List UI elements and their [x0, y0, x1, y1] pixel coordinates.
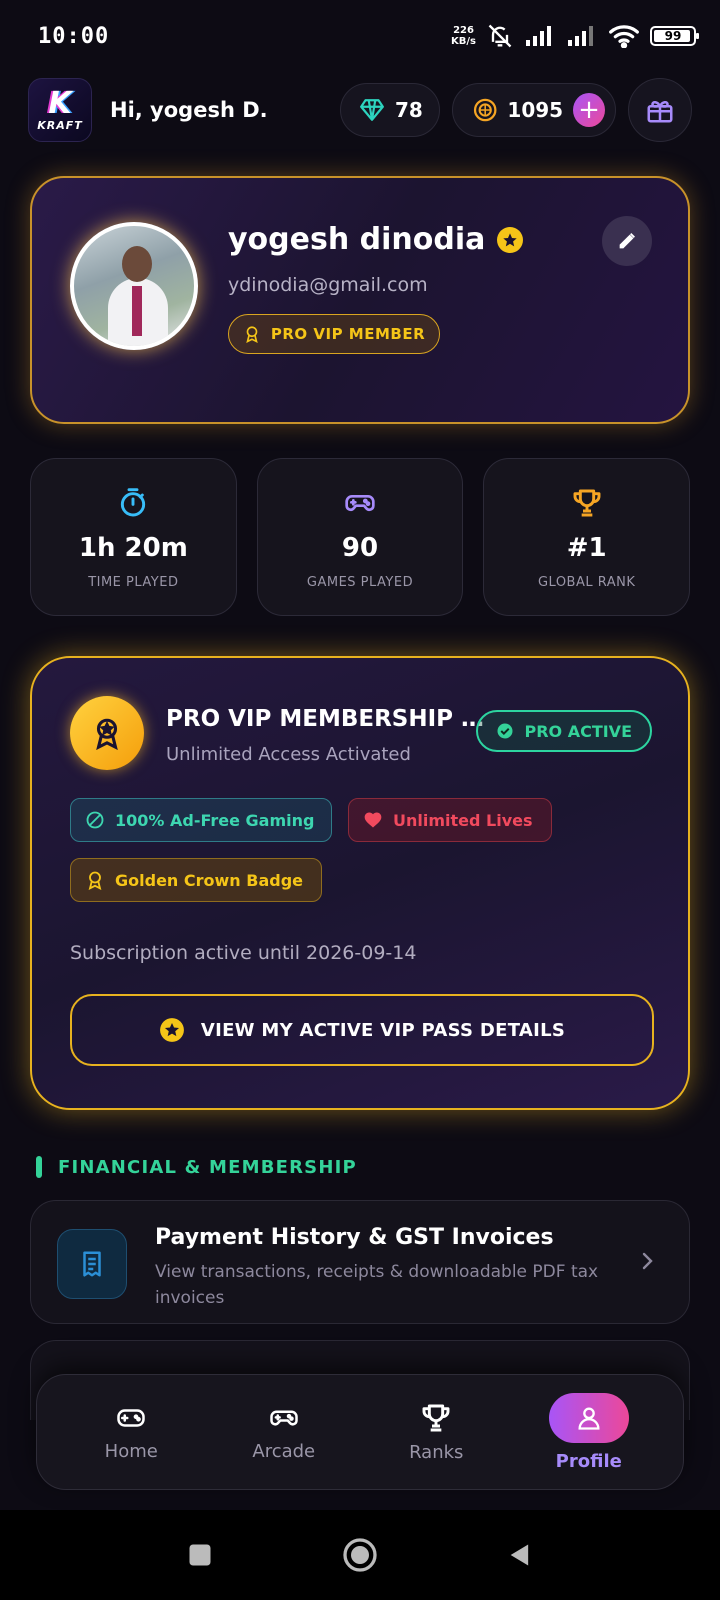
- status-icons: 226 KB/s 99: [451, 22, 699, 50]
- nav-profile[interactable]: Profile: [524, 1387, 654, 1477]
- gift-icon: [647, 101, 673, 123]
- pencil-icon: [619, 233, 635, 249]
- feature-ad-free: 100% Ad-Free Gaming: [70, 798, 332, 842]
- diamond-icon: [360, 99, 384, 121]
- pro-active-badge: PRO ACTIVE: [476, 710, 652, 752]
- user-icon: [578, 1407, 600, 1430]
- stat-value: #1: [566, 533, 607, 563]
- nav-home[interactable]: Home: [66, 1387, 196, 1477]
- star-icon: [497, 226, 524, 253]
- vip-subtitle: Unlimited Access Activated: [166, 744, 411, 765]
- wifi-icon: [609, 25, 639, 48]
- stat-global-rank[interactable]: #1 GLOBAL RANK: [483, 458, 691, 616]
- nav-active-indicator: [548, 1392, 629, 1443]
- trophy-icon: [573, 489, 601, 517]
- payment-history-item[interactable]: Payment History & GST Invoices View tran…: [30, 1200, 690, 1324]
- feature-golden-crown: Golden Crown Badge: [70, 858, 322, 902]
- trophy-icon: [422, 1404, 450, 1431]
- nav-label: Arcade: [252, 1440, 316, 1462]
- list-item-subtitle: View transactions, receipts & downloadab…: [155, 1262, 599, 1308]
- nav-label-active: Profile: [555, 1450, 622, 1472]
- greeting-text: Hi, yogesh D.: [110, 98, 268, 122]
- nav-arcade[interactable]: Arcade: [219, 1387, 349, 1477]
- nav-label: Home: [104, 1440, 158, 1462]
- stat-label: GLOBAL RANK: [537, 575, 636, 590]
- profile-email: ydinodia@gmail.com: [228, 274, 428, 296]
- medal-icon: [88, 871, 102, 890]
- vip-membership-card: PRO VIP MEMBERSHIP ... Unlimited Access …: [30, 656, 690, 1110]
- stat-label: GAMES PLAYED: [306, 575, 414, 590]
- mute-bell-icon: [488, 24, 512, 48]
- coins-balance[interactable]: 1095 +: [452, 83, 616, 137]
- no-ads-icon: [86, 811, 104, 829]
- app-header: K KRAFT Hi, yogesh D. 78 1095 +: [28, 78, 692, 142]
- heart-icon: [364, 812, 382, 828]
- stat-value: 90: [341, 533, 379, 563]
- gamepad-icon: [345, 495, 375, 511]
- status-time: 10:00: [38, 23, 110, 49]
- coins-count: 1095: [507, 98, 564, 122]
- signal-icon-2: [568, 26, 593, 46]
- gift-button[interactable]: [628, 78, 692, 142]
- stat-time-played[interactable]: 1h 20m TIME PLAYED: [30, 458, 237, 616]
- vip-medal-icon: [70, 696, 144, 770]
- bottom-nav: Home Arcade Ranks Profile: [36, 1374, 684, 1490]
- nav-label: Ranks: [409, 1441, 464, 1463]
- profile-card: yogesh dinodia ydinodia@gmail.com PRO VI…: [30, 176, 690, 424]
- vip-member-badge: PRO VIP MEMBER: [228, 314, 440, 354]
- stat-label: TIME PLAYED: [88, 575, 179, 590]
- edit-profile-button[interactable]: [602, 216, 652, 266]
- check-circle-icon: [497, 723, 513, 739]
- stat-games-played[interactable]: 90 GAMES PLAYED: [256, 458, 464, 616]
- status-bar: 10:00 226 KB/s 99: [0, 0, 720, 72]
- stopwatch-icon: [121, 488, 146, 517]
- nav-ranks[interactable]: Ranks: [371, 1387, 501, 1477]
- avatar[interactable]: [70, 222, 198, 350]
- app-logo[interactable]: K KRAFT: [28, 78, 92, 142]
- network-speed: 226 KB/s: [451, 25, 476, 47]
- medal-icon: [246, 326, 258, 343]
- view-vip-pass-button[interactable]: VIEW MY ACTIVE VIP PASS DETAILS: [70, 994, 654, 1066]
- section-title-financial: FINANCIAL & MEMBERSHIP: [36, 1156, 357, 1178]
- chevron-right-icon: [642, 1252, 653, 1270]
- recents-icon[interactable]: [186, 1541, 214, 1569]
- list-item-title: Payment History & GST Invoices: [155, 1225, 554, 1250]
- gems-count: 78: [395, 98, 423, 122]
- stats-row: 1h 20m TIME PLAYED 90 GAMES PLAYED #1 GL…: [30, 458, 691, 616]
- star-icon: [159, 1018, 184, 1042]
- battery-indicator: 99: [650, 26, 699, 46]
- logo-letter: K: [48, 85, 72, 121]
- gems-balance[interactable]: 78: [340, 83, 440, 137]
- back-icon[interactable]: [506, 1539, 534, 1571]
- feature-unlimited-lives: Unlimited Lives: [348, 798, 552, 842]
- stat-value: 1h 20m: [78, 533, 188, 563]
- gamepad-icon: [117, 1408, 145, 1427]
- coin-icon: [473, 98, 497, 122]
- vip-title: PRO VIP MEMBERSHIP ...: [166, 706, 486, 732]
- receipt-icon: [57, 1229, 127, 1299]
- subscription-expiry: Subscription active until 2026-09-14: [70, 942, 417, 964]
- add-coins-button[interactable]: +: [573, 93, 605, 127]
- system-nav-bar: [0, 1510, 720, 1600]
- home-icon[interactable]: [342, 1537, 378, 1573]
- logo-text: KRAFT: [37, 118, 83, 132]
- profile-name: yogesh dinodia: [228, 222, 524, 257]
- joystick-icon: [270, 1410, 298, 1425]
- signal-icon: [526, 26, 551, 46]
